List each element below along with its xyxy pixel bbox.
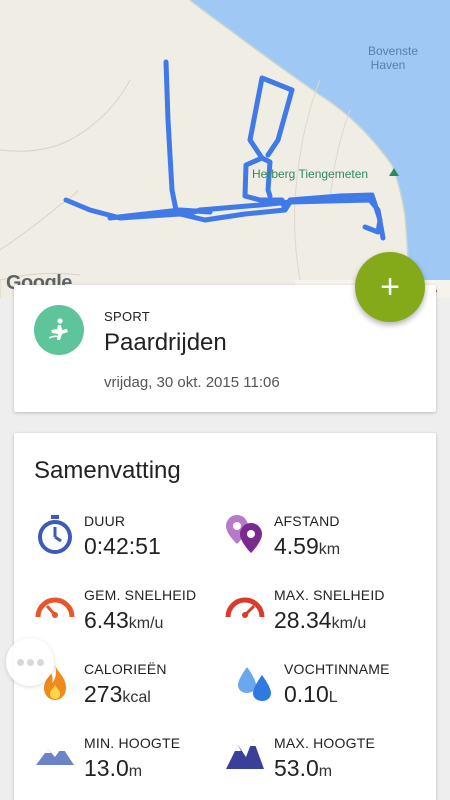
stat-label: MAX. SNELHEID: [274, 587, 385, 603]
mountain-min-icon: [36, 747, 74, 765]
speedometer-max-icon: [225, 597, 265, 618]
speedometer-icon: [35, 597, 75, 618]
stat-max-altitude: MAX. HOOGTE 53.0m: [224, 735, 424, 795]
stat-label: AFSTAND: [274, 513, 340, 529]
stat-max-speed: MAX. SNELHEID 28.34km/u: [224, 587, 424, 647]
stat-value: 6.43km/u: [84, 607, 164, 633]
stat-min-altitude: MIN. HOOGTE 13.0m: [34, 735, 234, 795]
stopwatch-icon: [38, 515, 72, 554]
stat-hydration: VOCHTINNAME 0.10L: [234, 661, 434, 721]
add-button[interactable]: +: [355, 252, 425, 322]
workout-date: vrijdag, 30 okt. 2015 11:06: [104, 374, 280, 391]
stat-label: CALORIEËN: [84, 661, 167, 677]
floating-menu-button[interactable]: [6, 638, 54, 686]
stat-label: GEM. SNELHEID: [84, 587, 197, 603]
summary-card: Samenvatting DUUR 0:42:51 AFSTAND 4.59km…: [14, 433, 436, 800]
plus-icon: +: [380, 267, 400, 306]
stat-value: 4.59km: [274, 533, 341, 559]
stat-value: 0:42:51: [84, 533, 161, 559]
sport-label: SPORT: [104, 309, 151, 324]
map-pins-icon: [226, 515, 262, 553]
stat-value: 28.34km/u: [274, 607, 367, 633]
dot-icon: [16, 658, 24, 666]
horse-riding-icon: [34, 305, 84, 355]
stat-avg-speed: GEM. SNELHEID 6.43km/u: [34, 587, 234, 647]
stat-label: MAX. HOOGTE: [274, 735, 375, 751]
stat-value: 13.0m: [84, 755, 143, 781]
map-poi-label: Herberg Tiengemeten: [252, 167, 369, 181]
stat-label: DUUR: [84, 513, 126, 529]
stat-value: 0.10L: [284, 681, 338, 707]
summary-title: Samenvatting: [34, 457, 181, 484]
water-drops-icon: [238, 667, 271, 701]
stat-label: MIN. HOOGTE: [84, 735, 181, 751]
stat-distance: AFSTAND 4.59km: [224, 513, 424, 573]
sport-name: Paardrijden: [104, 329, 227, 356]
stat-calories: CALORIEËN 273kcal: [34, 661, 234, 721]
mountain-max-icon: [226, 739, 264, 769]
map-place-label: Bovenste Haven: [368, 44, 419, 72]
dot-icon: [36, 658, 44, 666]
stat-label: VOCHTINNAME: [284, 661, 390, 677]
stat-value: 273kcal: [84, 681, 151, 707]
stat-duration: DUUR 0:42:51: [34, 513, 234, 573]
stat-value: 53.0m: [274, 755, 333, 781]
dot-icon: [26, 658, 34, 666]
